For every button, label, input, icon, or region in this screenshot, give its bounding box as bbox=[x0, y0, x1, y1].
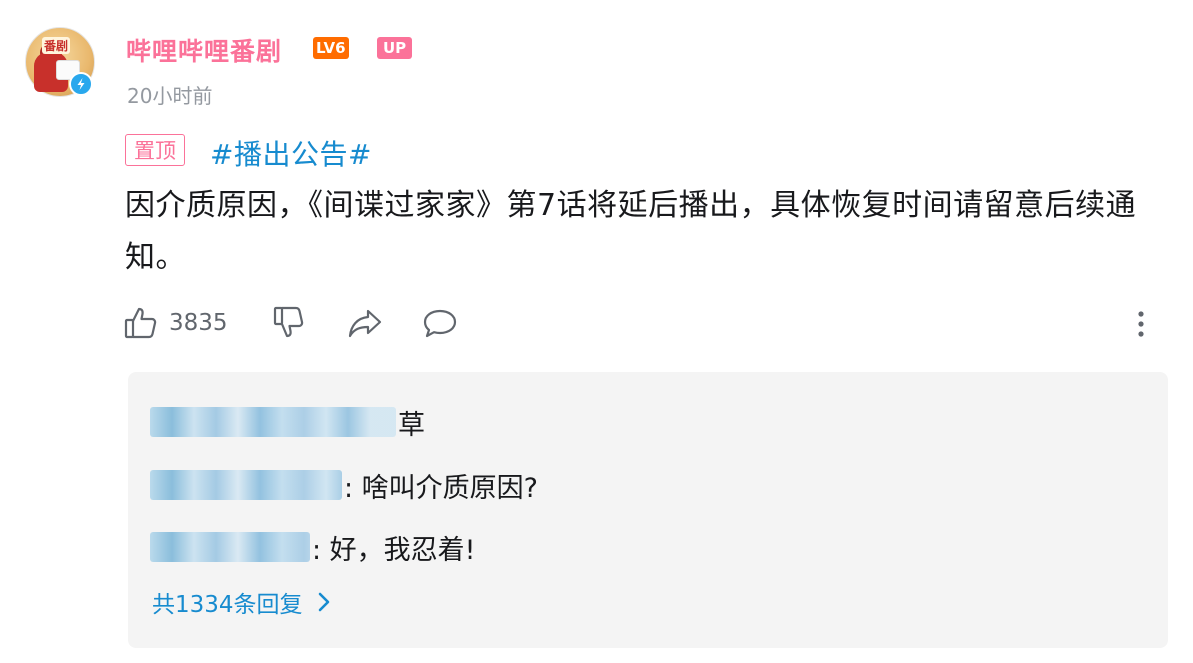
reply-item[interactable]: 草 bbox=[150, 404, 425, 441]
reply-panel[interactable]: 草 : 啥叫介质原因? : 好，我忍着! 共1334条回复 bbox=[128, 372, 1168, 648]
level-badge: LV6 bbox=[313, 37, 349, 59]
up-badge: UP bbox=[377, 37, 413, 59]
reply-text: : 啥叫介质原因? bbox=[344, 472, 539, 504]
post-content: 因介质原因，《间谍过家家》第7话将延后播出，具体恢复时间请留意后续通知。 bbox=[125, 188, 1137, 275]
more-vertical-icon bbox=[1138, 311, 1144, 337]
comment-button[interactable] bbox=[421, 302, 459, 344]
share-button[interactable] bbox=[346, 302, 384, 344]
action-bar: 3835 bbox=[123, 302, 1168, 344]
reply-text: 草 bbox=[398, 409, 425, 441]
chevron-right-icon bbox=[318, 592, 329, 612]
more-button[interactable] bbox=[1133, 302, 1149, 344]
dislike-button[interactable] bbox=[270, 302, 306, 344]
pinned-badge: 置顶 bbox=[125, 134, 185, 166]
reply-item[interactable]: : 啥叫介质原因? bbox=[150, 467, 539, 504]
reply-item[interactable]: : 好，我忍着! bbox=[150, 529, 476, 566]
reply-count-label: 共1334条回复 bbox=[152, 592, 303, 618]
blurred-username bbox=[150, 532, 310, 562]
post-time: 20小时前 bbox=[127, 84, 213, 108]
avatar-tag: 番剧 bbox=[42, 37, 71, 54]
blurred-username bbox=[150, 470, 342, 500]
like-button[interactable]: 3835 bbox=[123, 302, 228, 344]
like-count: 3835 bbox=[169, 310, 228, 336]
author-name[interactable]: 哔哩哔哩番剧 bbox=[126, 32, 282, 68]
thumbs-up-icon bbox=[124, 307, 157, 339]
topic-link[interactable]: #播出公告# bbox=[210, 133, 372, 173]
comment-icon bbox=[423, 309, 457, 338]
share-icon bbox=[348, 309, 382, 338]
view-all-replies-link[interactable]: 共1334条回复 bbox=[152, 585, 331, 619]
thumbs-down-icon bbox=[273, 306, 304, 338]
verified-icon bbox=[69, 72, 93, 96]
blurred-username bbox=[150, 407, 396, 437]
reply-text: : 好，我忍着! bbox=[312, 534, 476, 566]
